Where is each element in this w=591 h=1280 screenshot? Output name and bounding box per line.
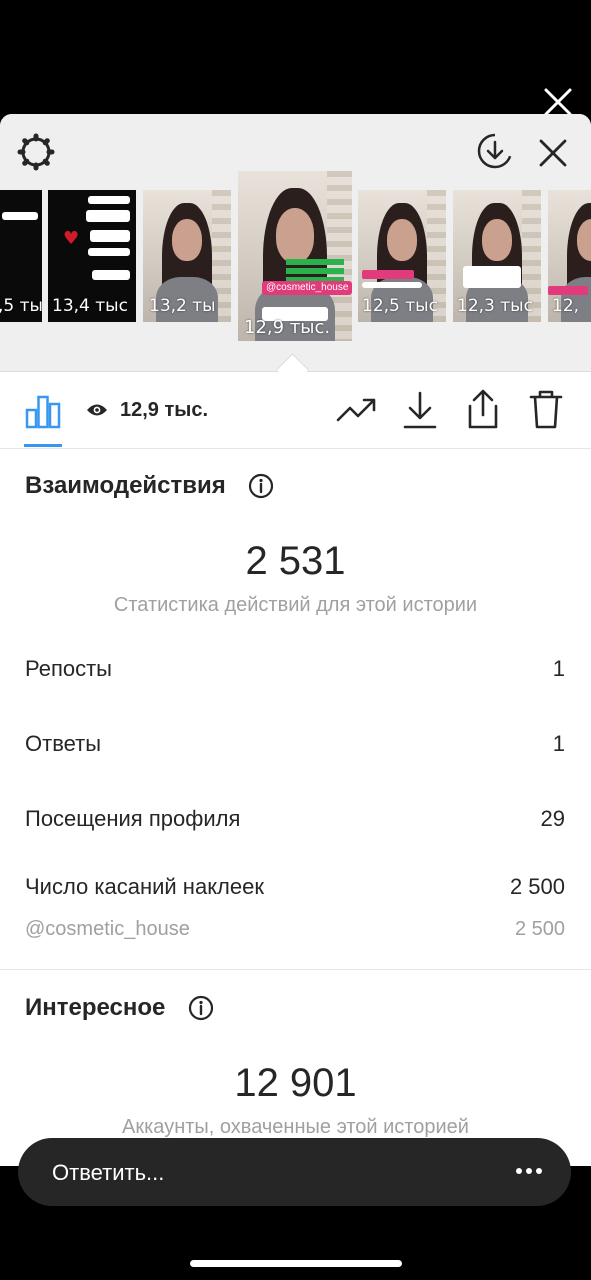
views-label: ,5 тыс [0, 296, 42, 316]
more-icon[interactable] [514, 1166, 544, 1176]
sticker-taps-label: Число касаний наклеек [25, 874, 264, 899]
reply-input[interactable]: Ответить... [52, 1160, 164, 1186]
replies-value: 1 [552, 731, 565, 756]
story-thumbnail[interactable]: 13,2 ты [143, 190, 231, 322]
story-thumbnail[interactable]: ,5 тыс [0, 190, 42, 322]
story-thumbnail[interactable]: ♥ 13,4 тыс [48, 190, 136, 322]
story-thumbnails: ,5 тыс ♥ 13,4 тыс 13,2 ты [0, 114, 591, 371]
story-thumbnail[interactable]: 12, [548, 190, 591, 322]
insights-icon[interactable] [24, 392, 62, 430]
views-label: 12, [552, 296, 580, 316]
info-icon[interactable] [248, 473, 274, 499]
profile-visits-label: Посещения профиля [25, 806, 241, 831]
reposts-value: 1 [552, 656, 565, 681]
views-label: 13,2 ты [149, 296, 216, 316]
sticker-taps-value: 2 500 [509, 874, 565, 899]
reply-bar[interactable]: Ответить... [18, 1138, 571, 1206]
insights-toolbar: 12,9 тыс. [0, 372, 591, 449]
discovery-title: Интересное [25, 994, 166, 1021]
discovery-total: 12 901 [234, 1061, 357, 1105]
sticker-mention-label: @cosmetic_house [25, 918, 190, 940]
trending-icon[interactable] [336, 396, 378, 426]
trash-icon[interactable] [528, 388, 564, 430]
mention-sticker: @cosmetic_house [262, 281, 352, 295]
section-divider [0, 969, 591, 970]
story-thumbnail[interactable]: 12,5 тыс [358, 190, 446, 322]
views-label: 12,5 тыс [362, 296, 438, 316]
profile-visits-value: 29 [540, 806, 565, 831]
discovery-caption: Аккаунты, охваченные этой историей [122, 1116, 469, 1138]
views-label: 13,4 тыс [52, 296, 128, 316]
views-label: 12,3 тыс [457, 296, 533, 316]
story-thumbnail-active[interactable]: @cosmetic_house 12,9 тыс. [238, 171, 352, 341]
eye-icon [87, 404, 107, 416]
reposts-label: Репосты [25, 656, 112, 681]
interactions-title: Взаимодействия [25, 472, 226, 499]
views-label: 12,9 тыс. [244, 317, 331, 338]
share-icon[interactable] [464, 388, 502, 430]
interactions-caption: Статистика действий для этой истории [113, 594, 478, 616]
home-indicator[interactable] [190, 1260, 402, 1267]
story-insights-sheet: ,5 тыс ♥ 13,4 тыс 13,2 ты [0, 114, 591, 1166]
story-thumbnail[interactable]: 12,3 тыс [453, 190, 541, 322]
download-icon[interactable] [402, 390, 438, 430]
info-icon[interactable] [188, 995, 214, 1021]
sticker-mention-value: 2 500 [514, 918, 565, 940]
heart-icon: ♥ [63, 228, 80, 249]
story-carousel-area: ,5 тыс ♥ 13,4 тыс 13,2 ты [0, 114, 591, 372]
view-count: 12,9 тыс. [120, 399, 209, 421]
active-tab-indicator [24, 444, 62, 447]
interactions-total: 2 531 [245, 539, 346, 583]
replies-label: Ответы [25, 731, 102, 756]
